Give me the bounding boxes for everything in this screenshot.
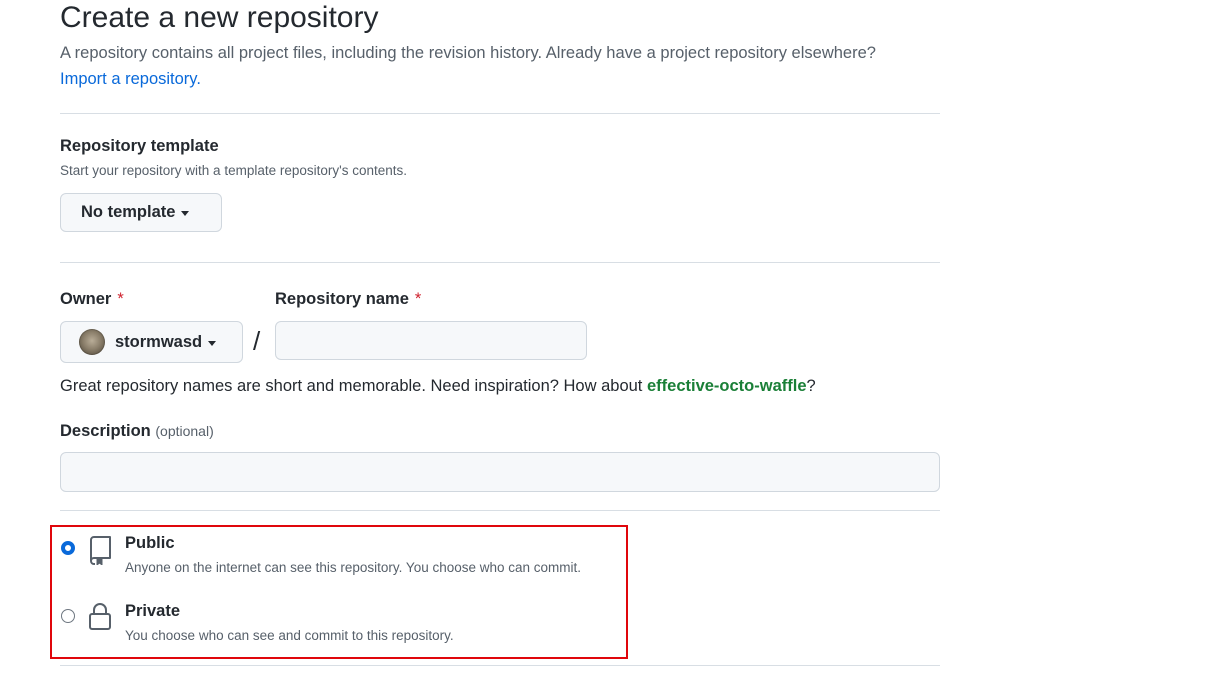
suggested-name-link[interactable]: effective-octo-waffle (647, 377, 807, 395)
required-mark: * (117, 290, 124, 308)
divider (60, 510, 940, 511)
lead-text: A repository contains all project files,… (60, 44, 876, 62)
required-mark: * (414, 290, 422, 308)
repo-name-hint: Great repository names are short and mem… (60, 377, 816, 396)
description-label: Description (optional) (60, 422, 214, 441)
description-label-text: Description (60, 422, 151, 440)
divider (60, 665, 940, 666)
template-dropdown-label: No template (81, 203, 176, 221)
template-label: Repository template (60, 137, 219, 155)
owner-dropdown-button[interactable]: stormwasd (60, 321, 243, 363)
owner-label-text: Owner (60, 290, 112, 308)
template-note: Start your repository with a template re… (60, 163, 407, 178)
hint-text: Great repository names are short and mem… (60, 377, 643, 395)
owner-label: Owner * (60, 290, 124, 309)
visibility-highlight-box (50, 525, 628, 659)
repo-name-label-text: Repository name (275, 290, 409, 308)
chevron-down-icon (208, 340, 217, 346)
description-input[interactable] (60, 452, 940, 492)
page: Create a new repository A repository con… (0, 0, 1214, 682)
owner-repo-separator: / (253, 326, 261, 356)
hint-end: ? (806, 377, 816, 395)
repository-name-input[interactable] (275, 321, 587, 360)
import-repository-link[interactable]: Import a repository. (60, 70, 201, 88)
page-description: A repository contains all project files,… (60, 40, 880, 92)
optional-label: (optional) (155, 423, 214, 439)
divider (60, 113, 940, 114)
chevron-down-icon (181, 211, 190, 216)
page-title: Create a new repository (60, 1, 379, 34)
avatar (79, 329, 105, 355)
divider (60, 262, 940, 263)
template-dropdown-button[interactable]: No template (60, 193, 222, 232)
owner-value: stormwasd (115, 332, 203, 351)
repo-name-label: Repository name * (275, 290, 421, 309)
